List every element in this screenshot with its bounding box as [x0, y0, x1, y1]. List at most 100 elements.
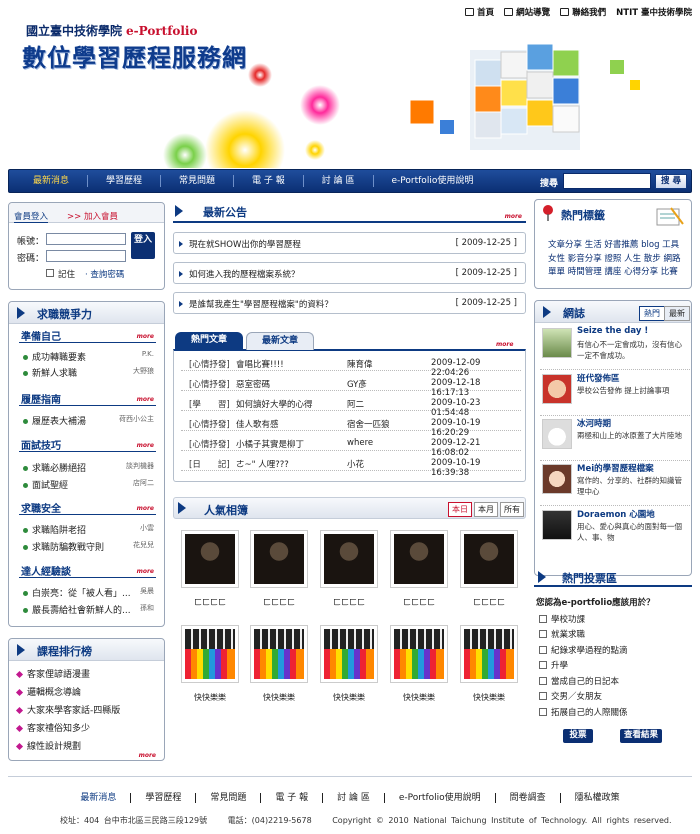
- article-row[interactable]: [日 記] ㄜ~" 人哩??? 小花 2009-10-19 16:39:38: [181, 456, 521, 478]
- poll-checkbox[interactable]: [539, 615, 547, 623]
- section-interview[interactable]: 面試技巧: [21, 437, 61, 452]
- search-button[interactable]: 搜 尋: [655, 174, 687, 189]
- album-photo[interactable]: [250, 530, 308, 588]
- tag-cloud[interactable]: 文章分享 生活 好書推薦 blog 工具 女性 影音分享 證照 人生 散步 網路…: [548, 239, 686, 280]
- footer-link[interactable]: 最新消息: [66, 793, 132, 803]
- album-label[interactable]: ㄈㄈㄈㄈ: [181, 597, 239, 608]
- nav-forum[interactable]: 討 論 區: [304, 175, 374, 187]
- more-link[interactable]: more: [137, 505, 154, 512]
- article-row[interactable]: [學 習] 如何讀好大學的心得 阿二 2009-10-23 01:54:48: [181, 396, 521, 418]
- poll-option[interactable]: 升學: [539, 659, 568, 671]
- more-link[interactable]: more: [137, 333, 154, 340]
- list-item[interactable]: 求職防騙教戰守則 花兒兒: [23, 540, 154, 553]
- tab-hot-articles[interactable]: 熱門文章: [175, 332, 243, 350]
- password-input[interactable]: [46, 250, 126, 262]
- list-item[interactable]: 求職必勝絕招 談判機器: [23, 461, 154, 474]
- tab-today[interactable]: 本日: [448, 502, 472, 517]
- album-label[interactable]: ㄈㄈㄈㄈ: [460, 597, 518, 608]
- more-link[interactable]: more: [496, 341, 513, 348]
- join-member-tab[interactable]: >> 加入會員: [67, 210, 118, 222]
- list-item[interactable]: 白崇亮：從「被人看」... 吳晨: [23, 586, 154, 599]
- album-photo[interactable]: [390, 530, 448, 588]
- poll-option[interactable]: 學校功課: [539, 613, 585, 625]
- nav-eportfolio-guide[interactable]: e-Portfolio使用說明: [374, 175, 492, 187]
- album-photo[interactable]: [181, 625, 239, 683]
- ranking-item[interactable]: 大家來學客家話-四縣版: [15, 703, 154, 716]
- poll-checkbox[interactable]: [539, 708, 547, 716]
- list-item[interactable]: 求職陷阱老招 小雲: [23, 523, 154, 536]
- top-nav-sitemap[interactable]: 網站導覽: [504, 6, 550, 18]
- blog-item[interactable]: Doraemon 心園地 用心、愛心與真心的面對每一個人、事、物: [540, 508, 690, 552]
- footer-link[interactable]: 學習歷程: [131, 793, 197, 803]
- album-label[interactable]: 快快樂樂: [181, 692, 239, 703]
- poll-option[interactable]: 拓展自己的人際關係: [539, 706, 628, 718]
- album-label[interactable]: ㄈㄈㄈㄈ: [320, 597, 378, 608]
- poll-checkbox[interactable]: [539, 677, 547, 685]
- list-item[interactable]: 面試聖經 店阿二: [23, 478, 154, 491]
- poll-checkbox[interactable]: [539, 646, 547, 654]
- nav-newsletter[interactable]: 電 子 報: [234, 175, 304, 187]
- blog-item[interactable]: Mei的學習歷程檔案 寫作的、分享的、社群的知識管理中心: [540, 462, 690, 506]
- article-row[interactable]: [心情抒發] 小橘子其實是柳丁 where 2009-12-21 16:08:02: [181, 436, 521, 458]
- album-photo[interactable]: [320, 530, 378, 588]
- top-nav-school[interactable]: NTIT 臺中技術學院: [616, 6, 692, 18]
- tab-blogs-new[interactable]: 最新: [664, 306, 690, 321]
- poll-option[interactable]: 就業求職: [539, 628, 585, 640]
- list-item[interactable]: 嚴長壽給社會新鮮人的... 孫和: [23, 603, 154, 616]
- album-label[interactable]: 快快樂樂: [390, 692, 448, 703]
- footer-link[interactable]: e-Portfolio使用說明: [385, 793, 496, 803]
- footer-link[interactable]: 問卷調查: [496, 793, 561, 803]
- list-item[interactable]: 成功轉職要素 P.K.: [23, 350, 154, 363]
- ranking-item[interactable]: 客家俚諺語漫畫: [15, 667, 154, 680]
- section-experts[interactable]: 達人經驗談: [21, 563, 71, 578]
- login-tab[interactable]: 會員登入: [14, 210, 49, 223]
- top-nav-home[interactable]: 首頁: [465, 6, 494, 18]
- ranking-item[interactable]: 線性設計規劃: [15, 739, 154, 752]
- album-label[interactable]: ㄈㄈㄈㄈ: [250, 597, 308, 608]
- remember-checkbox[interactable]: [46, 269, 54, 277]
- nav-faq[interactable]: 常見問題: [161, 175, 235, 187]
- section-safety[interactable]: 求職安全: [21, 500, 61, 515]
- poll-checkbox[interactable]: [539, 692, 547, 700]
- poll-checkbox[interactable]: [539, 630, 547, 638]
- album-photo[interactable]: [390, 625, 448, 683]
- poll-option[interactable]: 交男／女朋友: [539, 690, 602, 702]
- tab-all[interactable]: 所有: [500, 502, 524, 517]
- blog-item[interactable]: 冰河時期 兩極和山上的冰原蓋了大片陸地: [540, 417, 690, 461]
- article-row[interactable]: [心情抒發] 佳人歌有感 宿舍一匹狼 2009-10-19 16:20:29: [181, 416, 521, 438]
- section-resume[interactable]: 履歷指南: [21, 391, 61, 406]
- album-photo[interactable]: [250, 625, 308, 683]
- blog-item[interactable]: Seize the day ! 有信心不一定會成功，沒有信心一定不會成功。: [540, 326, 690, 370]
- more-link[interactable]: more: [505, 213, 522, 220]
- album-label[interactable]: ㄈㄈㄈㄈ: [390, 597, 448, 608]
- poll-option[interactable]: 紀錄求學過程的點滴: [539, 644, 628, 656]
- forgot-password-link[interactable]: · 查詢密碼: [85, 268, 124, 280]
- album-photo[interactable]: [320, 625, 378, 683]
- footer-link[interactable]: 電 子 報: [261, 793, 324, 803]
- tab-month[interactable]: 本月: [474, 502, 498, 517]
- news-item[interactable]: 是誰幫我產生"學習歷程檔案"的資料？[ 2009-12-25 ]: [173, 292, 526, 314]
- section-prepare[interactable]: 準備自己: [21, 328, 61, 343]
- more-link[interactable]: more: [139, 752, 156, 759]
- tab-blogs-hot[interactable]: 熱門: [639, 306, 665, 321]
- vote-button[interactable]: 投票: [563, 729, 593, 743]
- view-results-button[interactable]: 查看結果: [620, 729, 662, 743]
- top-nav-contact[interactable]: 聯絡我們: [560, 6, 606, 18]
- article-row[interactable]: [心情抒發] 會唱比賽!!!! 陳育偉 2009-12-09 22:04:26: [181, 356, 521, 378]
- album-photo[interactable]: [460, 625, 518, 683]
- more-link[interactable]: more: [137, 442, 154, 449]
- poll-option[interactable]: 當成自己的日記本: [539, 675, 619, 687]
- footer-link[interactable]: 常見問題: [196, 793, 262, 803]
- album-photo[interactable]: [181, 530, 239, 588]
- more-link[interactable]: more: [137, 396, 154, 403]
- article-row[interactable]: [心情抒發] 惡室密碼 GY彥 2009-12-18 16:17:13: [181, 376, 521, 398]
- album-label[interactable]: 快快樂樂: [250, 692, 308, 703]
- list-item[interactable]: 履歷表大補湯 荷西小公主: [23, 414, 154, 427]
- album-label[interactable]: 快快樂樂: [460, 692, 518, 703]
- nav-latest-news[interactable]: 最新消息: [15, 175, 89, 187]
- album-photo[interactable]: [460, 530, 518, 588]
- search-input[interactable]: [563, 173, 651, 189]
- list-item[interactable]: 新鮮人求職 大野狼: [23, 366, 154, 379]
- login-button[interactable]: 登入: [131, 232, 155, 259]
- blog-item[interactable]: 班代發佈區 學校公告發佈 提上討論事項: [540, 372, 690, 416]
